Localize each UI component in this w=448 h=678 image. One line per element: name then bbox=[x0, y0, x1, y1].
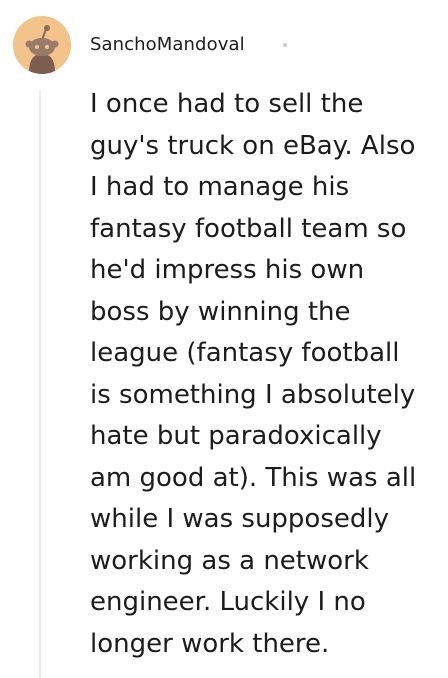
comment-body: I once had to sell the guy's truck on eB… bbox=[90, 84, 435, 665]
comment-line: I once had to sell the bbox=[90, 89, 364, 119]
comment-line: league (fantasy football bbox=[90, 338, 400, 368]
comment-line: longer work there. bbox=[90, 628, 330, 659]
comment-line: am good at). This was all bbox=[90, 462, 417, 493]
comment-line: is something I absolutely bbox=[90, 379, 416, 410]
comment: SanchoMandoval I once had to sell the gu… bbox=[0, 0, 448, 678]
comment-line: he'd impress his own bbox=[90, 255, 365, 285]
comment-line: I had to manage his bbox=[90, 172, 350, 202]
comment-line: boss by winning the bbox=[90, 296, 351, 327]
comment-line: engineer. Luckily I no bbox=[90, 587, 366, 617]
comment-line: working as a network bbox=[90, 545, 369, 576]
comment-line: guy's truck on eBay. Also bbox=[90, 130, 416, 161]
reddit-snoo-avatar-icon bbox=[13, 16, 71, 74]
comment-line: while I was supposedly bbox=[90, 504, 389, 534]
comment-line: fantasy football team so bbox=[90, 213, 407, 244]
comment-line: hate but paradoxically bbox=[90, 421, 382, 451]
separator-dot bbox=[283, 43, 287, 47]
avatar[interactable] bbox=[13, 16, 71, 74]
username[interactable]: SanchoMandoval bbox=[90, 33, 245, 57]
thread-line[interactable] bbox=[39, 90, 41, 678]
